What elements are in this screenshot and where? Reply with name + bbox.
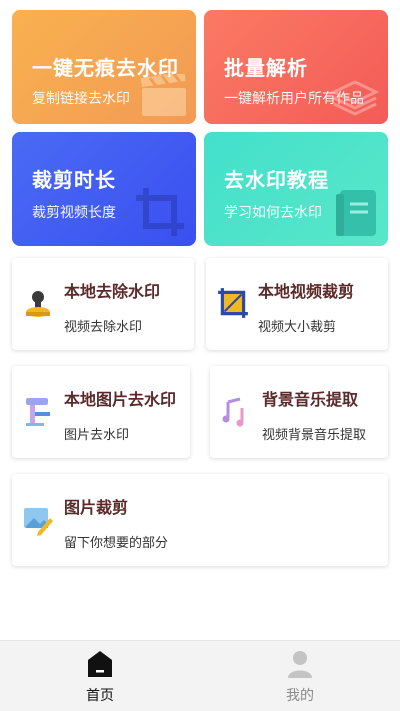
book-icon: [336, 190, 376, 236]
paint-roller-icon: [26, 398, 50, 426]
feature-card-title: 批量解析: [224, 56, 308, 80]
nav-item-mine[interactable]: 我的: [200, 641, 400, 711]
feature-card-tutorial[interactable]: 去水印教程 学习如何去水印: [204, 132, 388, 246]
stamp-icon: [26, 291, 50, 317]
tool-card-subtitle: 留下你想要的部分: [64, 536, 169, 551]
tool-card-title: 本地图片去水印: [64, 390, 177, 409]
feature-card-subtitle: 复制链接去水印: [32, 91, 130, 107]
feature-card-subtitle: 裁剪视频长度: [32, 205, 116, 221]
feature-card-watermark[interactable]: 一键无痕去水印 复制链接去水印: [12, 10, 196, 124]
tool-card-image-crop[interactable]: 图片裁剪 留下你想要的部分: [12, 474, 388, 566]
feature-card-title: 去水印教程: [224, 168, 329, 192]
feature-card-title: 裁剪时长: [32, 168, 116, 192]
user-icon: [288, 651, 312, 678]
feature-card-batch-parse[interactable]: 批量解析 一键解析用户所有作品: [204, 10, 388, 124]
tool-card-bgm-extract[interactable]: 背景音乐提取 视频背景音乐提取: [210, 366, 388, 458]
bottom-nav: 首页 我的: [0, 640, 400, 711]
nav-label: 首页: [86, 688, 114, 704]
home-icon: [88, 651, 112, 677]
tool-card-subtitle: 视频大小裁剪: [258, 320, 337, 335]
music-note-icon: [222, 397, 244, 427]
tool-card-title: 本地去除水印: [64, 282, 161, 301]
tool-card-subtitle: 视频背景音乐提取: [262, 428, 367, 443]
tool-card-local-video-crop[interactable]: 本地视频裁剪 视频大小裁剪: [206, 258, 388, 350]
feature-card-trim-duration[interactable]: 裁剪时长 裁剪视频长度: [12, 132, 196, 246]
crop-frame-icon: [218, 288, 248, 318]
tool-card-local-remove-watermark[interactable]: 本地去除水印 视频去除水印: [12, 258, 194, 350]
nav-item-home[interactable]: 首页: [0, 641, 200, 711]
clapperboard-icon: [140, 74, 186, 116]
image-edit-icon: [24, 508, 53, 536]
tool-card-local-image-watermark[interactable]: 本地图片去水印 图片去水印: [12, 366, 190, 458]
tool-card-subtitle: 视频去除水印: [64, 320, 143, 335]
crop-icon: [136, 188, 184, 236]
tool-card-title: 图片裁剪: [64, 498, 129, 517]
nav-label: 我的: [286, 688, 314, 704]
layers-icon: [330, 80, 380, 116]
tool-card-title: 背景音乐提取: [262, 390, 359, 409]
feature-card-subtitle: 学习如何去水印: [224, 205, 322, 221]
tool-card-subtitle: 图片去水印: [64, 428, 130, 443]
tool-card-title: 本地视频裁剪: [258, 282, 355, 301]
